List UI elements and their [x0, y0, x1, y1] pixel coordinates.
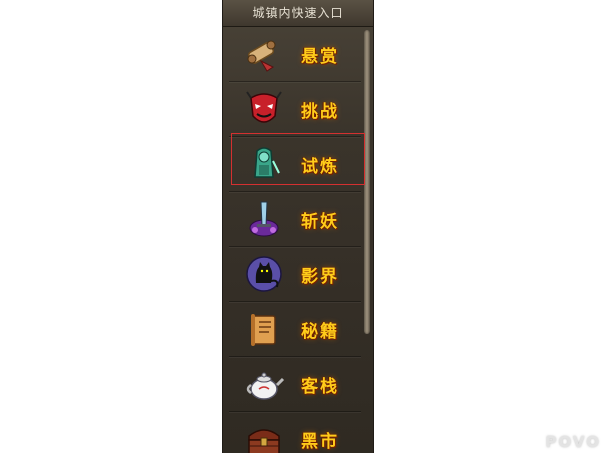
entry-label: 挑战 — [301, 101, 339, 122]
entry-label: 秘籍 — [301, 321, 339, 342]
entry-challenge[interactable]: 挑战 — [229, 82, 361, 137]
jade-warrior-icon — [241, 141, 287, 187]
shadow-cat-icon — [241, 251, 287, 297]
entry-list: 悬赏 挑战 试炼 斩妖 影界 秘籍 客栈 黑市 — [223, 27, 373, 453]
teapot-icon — [241, 361, 287, 407]
entry-shadow-realm[interactable]: 影界 — [229, 247, 361, 302]
entry-inn[interactable]: 客栈 — [229, 357, 361, 412]
opera-mask-icon — [241, 86, 287, 132]
quick-entry-panel: 城镇内快速入口 悬赏 挑战 试炼 斩妖 影界 秘籍 客栈 黑市 — [222, 0, 374, 453]
treasure-chest-icon — [241, 416, 287, 453]
entry-label: 黑市 — [301, 431, 339, 452]
entry-bounty[interactable]: 悬赏 — [229, 27, 361, 82]
entry-label: 试炼 — [301, 156, 339, 177]
entry-secret-manual[interactable]: 秘籍 — [229, 302, 361, 357]
manual-scroll-icon — [241, 306, 287, 352]
demon-blade-icon — [241, 196, 287, 242]
panel-title: 城镇内快速入口 — [223, 0, 373, 27]
entry-label: 影界 — [301, 266, 339, 287]
watermark-logo: POVO — [545, 433, 601, 451]
entry-label: 斩妖 — [301, 211, 339, 232]
entry-trial[interactable]: 试炼 — [229, 137, 361, 192]
entry-label: 悬赏 — [301, 46, 339, 67]
scroll-icon — [241, 31, 287, 77]
entry-black-market[interactable]: 黑市 — [229, 412, 361, 453]
entry-label: 客栈 — [301, 376, 339, 397]
panel-scrollbar[interactable] — [364, 30, 370, 334]
entry-demon-slay[interactable]: 斩妖 — [229, 192, 361, 247]
